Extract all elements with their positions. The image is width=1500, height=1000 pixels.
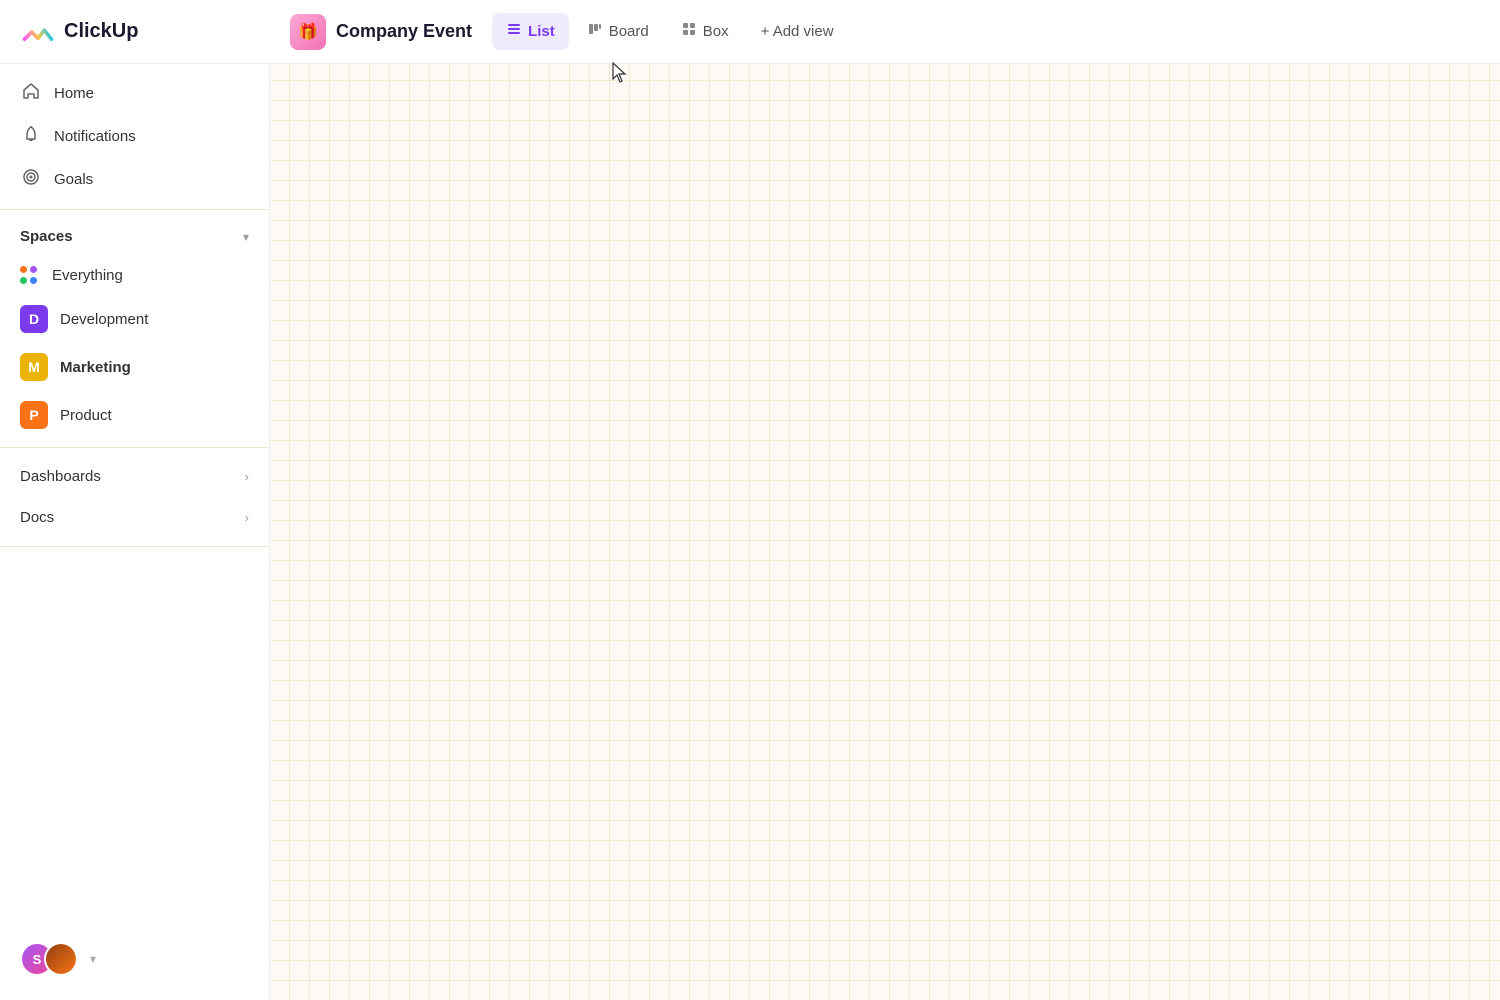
docs-chevron-icon: ›: [245, 510, 249, 525]
home-label: Home: [54, 85, 94, 102]
spaces-label: Spaces: [20, 228, 73, 245]
dashboards-label: Dashboards: [20, 468, 101, 485]
avatar-group[interactable]: S: [20, 942, 78, 976]
logo-text: ClickUp: [64, 20, 138, 43]
sidebar-item-marketing[interactable]: M Marketing: [0, 343, 269, 391]
logo-area: ClickUp: [20, 14, 290, 50]
list-view-icon: [506, 21, 522, 42]
view-tab-board[interactable]: Board: [573, 13, 663, 50]
box-view-icon: [681, 21, 697, 42]
view-tab-list[interactable]: List: [492, 13, 569, 50]
space-icon: 🎁: [290, 14, 326, 50]
development-badge: D: [20, 305, 48, 333]
board-view-label: Board: [609, 23, 649, 40]
development-label: Development: [60, 311, 148, 328]
notifications-label: Notifications: [54, 128, 136, 145]
sidebar-item-notifications[interactable]: Notifications: [0, 115, 269, 158]
view-tab-box[interactable]: Box: [667, 13, 743, 50]
notifications-icon: [20, 125, 42, 148]
clickup-logo-icon: [20, 14, 56, 50]
product-badge: P: [20, 401, 48, 429]
sidebar-item-everything[interactable]: Everything: [0, 255, 269, 295]
goals-label: Goals: [54, 171, 93, 188]
everything-icon: [20, 265, 40, 285]
header-nav: 🎁 Company Event List Board Box + Add vie…: [290, 13, 1480, 50]
box-view-label: Box: [703, 23, 729, 40]
home-icon: [20, 82, 42, 105]
app-header: ClickUp 🎁 Company Event List Board Box +: [0, 0, 1500, 64]
divider-3: [0, 546, 269, 547]
goals-icon: [20, 168, 42, 191]
list-view-label: List: [528, 23, 555, 40]
spaces-chevron-icon: ▾: [243, 230, 249, 244]
marketing-badge: M: [20, 353, 48, 381]
sidebar-item-home[interactable]: Home: [0, 72, 269, 115]
add-view-label: + Add view: [761, 23, 834, 40]
divider-2: [0, 447, 269, 448]
app-layout: Home Notifications Goals Spaces ▾: [0, 64, 1500, 1000]
avatar-chevron-icon: ▾: [90, 952, 96, 966]
sidebar: Home Notifications Goals Spaces ▾: [0, 64, 270, 1000]
divider-1: [0, 209, 269, 210]
board-view-icon: [587, 21, 603, 42]
main-content: [270, 64, 1500, 1000]
sidebar-item-dashboards[interactable]: Dashboards ›: [0, 456, 269, 497]
avatar-img: [44, 942, 78, 976]
product-label: Product: [60, 407, 112, 424]
dashboards-chevron-icon: ›: [245, 469, 249, 484]
marketing-label: Marketing: [60, 359, 131, 376]
docs-label: Docs: [20, 509, 54, 526]
add-view-button[interactable]: + Add view: [747, 15, 848, 48]
sidebar-item-product[interactable]: P Product: [0, 391, 269, 439]
sidebar-bottom: S ▾: [0, 926, 269, 992]
sidebar-item-development[interactable]: D Development: [0, 295, 269, 343]
spaces-section-header[interactable]: Spaces ▾: [0, 218, 269, 255]
everything-label: Everything: [52, 267, 123, 284]
space-name: Company Event: [336, 21, 472, 42]
sidebar-item-docs[interactable]: Docs ›: [0, 497, 269, 538]
sidebar-item-goals[interactable]: Goals: [0, 158, 269, 201]
